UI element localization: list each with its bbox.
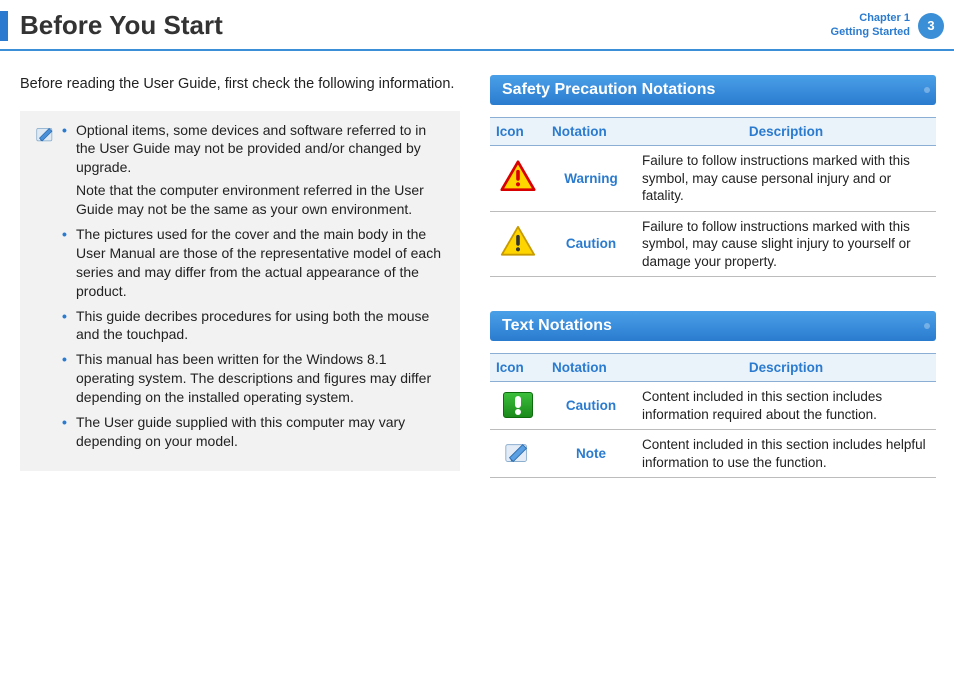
page-number-badge: 3	[918, 13, 944, 39]
left-column: Before reading the User Guide, first che…	[20, 75, 460, 512]
icon-cell	[490, 211, 546, 277]
notation-description: Content included in this section include…	[636, 430, 936, 478]
list-item-text: This guide decribes procedures for using…	[76, 308, 429, 343]
header-right: Chapter 1 Getting Started 3	[831, 12, 954, 38]
table-header-icon: Icon	[490, 118, 546, 146]
notation-label: Note	[546, 430, 636, 478]
list-item-text: The pictures used for the cover and the …	[76, 226, 441, 299]
table-header-description: Description	[636, 118, 936, 146]
chapter-info: Chapter 1 Getting Started	[831, 12, 910, 38]
intro-paragraph: Before reading the User Guide, first che…	[20, 75, 460, 95]
list-item: This manual has been written for the Win…	[62, 350, 446, 407]
list-item-subtext: Note that the computer environment refer…	[76, 181, 446, 219]
list-item-text: Optional items, some devices and softwar…	[76, 122, 426, 176]
notation-description: Failure to follow instructions marked wi…	[636, 146, 936, 212]
table-header-notation: Notation	[546, 354, 636, 382]
notation-label: Caution	[546, 382, 636, 430]
page-title: Before You Start	[20, 10, 223, 41]
table-row: Caution Failure to follow instructions m…	[490, 211, 936, 277]
caution-green-exclaim-icon	[503, 392, 533, 418]
table-header-notation: Notation	[546, 118, 636, 146]
notation-description: Failure to follow instructions marked wi…	[636, 211, 936, 277]
table-header-description: Description	[636, 354, 936, 382]
caution-triangle-yellow-icon	[500, 225, 536, 257]
note-list: Optional items, some devices and softwar…	[62, 121, 446, 457]
safety-notation-table: Icon Notation Description	[490, 117, 936, 277]
chapter-number: Chapter 1	[831, 12, 910, 25]
list-item: This guide decribes procedures for using…	[62, 307, 446, 345]
info-note-box: Optional items, some devices and softwar…	[20, 111, 460, 471]
title-wrap: Before You Start	[0, 10, 223, 41]
notation-description: Content included in this section include…	[636, 382, 936, 430]
note-pencil-icon	[34, 123, 56, 145]
icon-cell	[490, 382, 546, 430]
text-notation-table: Icon Notation Description	[490, 353, 936, 478]
list-item: The pictures used for the cover and the …	[62, 225, 446, 301]
chapter-name: Getting Started	[831, 26, 910, 39]
table-row: Caution Content included in this section…	[490, 382, 936, 430]
note-pencil-icon	[503, 439, 533, 465]
warning-triangle-red-icon	[500, 160, 536, 192]
table-row: Note Content included in this section in…	[490, 430, 936, 478]
icon-cell	[490, 430, 546, 478]
page-header: Before You Start Chapter 1 Getting Start…	[0, 0, 954, 51]
list-item-text: This manual has been written for the Win…	[76, 351, 431, 405]
icon-cell	[490, 146, 546, 212]
table-row: Warning Failure to follow instructions m…	[490, 146, 936, 212]
table-header-icon: Icon	[490, 354, 546, 382]
list-item-text: The User guide supplied with this comput…	[76, 414, 405, 449]
list-item: Optional items, some devices and softwar…	[62, 121, 446, 219]
section-heading-safety: Safety Precaution Notations	[490, 75, 936, 105]
title-accent-bar	[0, 11, 8, 41]
notation-label: Warning	[546, 146, 636, 212]
content-area: Before reading the User Guide, first che…	[0, 51, 954, 512]
right-column: Safety Precaution Notations Icon Notatio…	[490, 75, 936, 512]
list-item: The User guide supplied with this comput…	[62, 413, 446, 451]
notation-label: Caution	[546, 211, 636, 277]
section-heading-text-notations: Text Notations	[490, 311, 936, 341]
